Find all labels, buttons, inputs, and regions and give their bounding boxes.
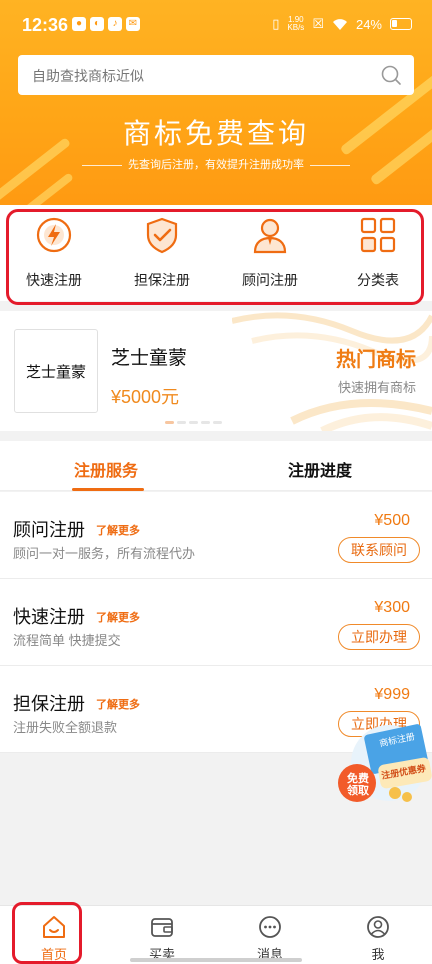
service-price: ¥999 <box>374 686 410 703</box>
weibo-icon: ● <box>72 17 86 31</box>
gesture-bar[interactable] <box>130 958 302 962</box>
search-input[interactable]: 自助查找商标近似 <box>18 55 414 95</box>
notification-icons: ● ◐ ♪ ✉ <box>72 17 140 31</box>
vibrate-icon: ▯ <box>272 16 280 31</box>
service-desc: 流程简单 快捷提交 <box>13 633 121 648</box>
carousel-dot <box>201 421 210 424</box>
battery-text: 24% <box>355 16 382 32</box>
hero-title: 商标免费查询 <box>122 118 309 149</box>
carousel-dot <box>213 421 222 424</box>
header-banner: 12:36 ● ◐ ♪ ✉ ▯ 1.90 KB/s ☒ 24% 自助查找商标近似 <box>0 0 432 205</box>
hot-tag-subtitle: 快速拥有商标 <box>337 380 416 395</box>
service-title: 顾问注册 <box>13 520 85 540</box>
status-bar: 12:36 ● ◐ ♪ ✉ ▯ 1.90 KB/s ☒ 24% <box>0 0 432 50</box>
divider <box>82 164 122 166</box>
hero-subtitle-text: 先查询后注册，有效提升注册成功率 <box>128 159 304 171</box>
sim-icon: ☒ <box>312 16 324 31</box>
highlight-box <box>6 209 424 305</box>
hot-tag: 热门商标 <box>336 349 416 371</box>
nav-profile[interactable]: 我 <box>324 906 432 964</box>
divider <box>310 164 350 166</box>
hero-subtitle: 先查询后注册，有效提升注册成功率 <box>0 156 432 172</box>
service-list: 顾问注册 了解更多 顾问一对一服务，所有流程代办 ¥500 联系顾问 快速注册 … <box>0 492 432 753</box>
status-right: ▯ 1.90 KB/s ☒ 24% <box>272 16 412 32</box>
wallet-icon <box>151 918 173 937</box>
hot-trademark-card[interactable]: 芝士童蒙 芝士童蒙 ¥5000元 热门商标 快速拥有商标 <box>0 311 432 431</box>
learn-more-link[interactable]: 了解更多 <box>96 696 140 712</box>
service-title: 快速注册 <box>13 607 85 627</box>
learn-more-link[interactable]: 了解更多 <box>96 609 140 625</box>
carousel-dot <box>189 421 198 424</box>
apply-now-button[interactable]: 立即办理 <box>338 624 420 650</box>
list-item[interactable]: 顾问注册 了解更多 顾问一对一服务，所有流程代办 ¥500 联系顾问 <box>0 492 432 579</box>
carousel-dot <box>165 421 174 424</box>
mail-icon: ✉ <box>126 17 140 31</box>
status-time: 12:36 <box>22 15 69 35</box>
service-desc: 顾问一对一服务，所有流程代办 <box>13 546 196 561</box>
nav-label: 我 <box>371 947 385 962</box>
trademark-name: 芝士童蒙 <box>111 348 188 369</box>
service-price: ¥300 <box>374 599 410 616</box>
net-speed-unit: KB/s <box>287 23 305 32</box>
profile-icon <box>367 916 389 938</box>
search-icon[interactable] <box>380 64 402 86</box>
service-desc: 注册失败全额退款 <box>13 720 118 735</box>
tab-register-service[interactable]: 注册服务 <box>74 457 138 481</box>
wifi-icon <box>332 18 347 30</box>
tab-register-progress[interactable]: 注册进度 <box>288 457 352 481</box>
carousel-dots <box>165 421 222 424</box>
net-speed: 1.90 KB/s <box>287 16 304 32</box>
free-claim-badge: 免费领取 <box>347 773 369 797</box>
message-icon <box>259 916 281 938</box>
app-icon: ◐ <box>90 17 104 31</box>
carousel-dot <box>177 421 186 424</box>
service-tabs: 注册服务 注册进度 <box>0 441 432 491</box>
trademark-thumbnail: 芝士童蒙 <box>14 329 98 413</box>
nav-trade[interactable]: 买卖 <box>108 906 216 964</box>
list-item[interactable]: 快速注册 了解更多 流程简单 快捷提交 ¥300 立即办理 <box>0 579 432 666</box>
trademark-price: ¥5000元 <box>111 387 180 407</box>
battery-icon <box>390 18 412 30</box>
coupon-promo-widget[interactable]: 商标注册 免费领取 注册优惠券 <box>337 723 432 813</box>
service-title: 担保注册 <box>13 694 85 714</box>
tab-underline <box>72 488 144 491</box>
contact-consultant-button[interactable]: 联系顾问 <box>338 537 420 563</box>
learn-more-link[interactable]: 了解更多 <box>96 522 140 538</box>
tiktok-icon: ♪ <box>108 17 122 31</box>
service-price: ¥500 <box>374 512 410 529</box>
nav-messages[interactable]: 消息 <box>216 906 324 964</box>
search-placeholder: 自助查找商标近似 <box>32 68 144 84</box>
highlight-box <box>12 902 82 964</box>
